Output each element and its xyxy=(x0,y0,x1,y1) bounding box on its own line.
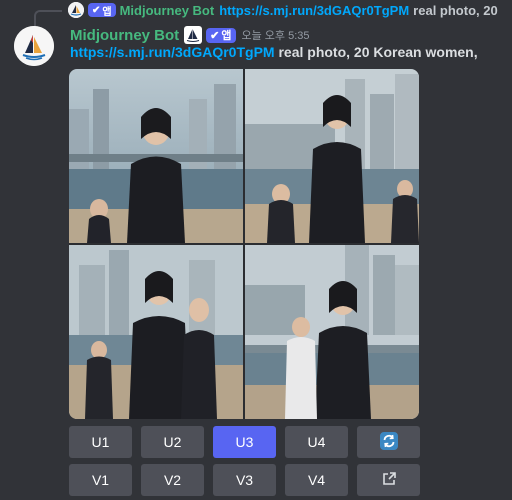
prompt-link[interactable]: https://s.mj.run/3dGAQr0TgPM xyxy=(70,44,275,60)
reply-avatar[interactable] xyxy=(68,2,84,18)
image-tile-3[interactable] xyxy=(69,245,243,419)
reply-text: real photo, 20 xyxy=(413,2,498,18)
message-content: https://s.mj.run/3dGAQr0TgPM real photo,… xyxy=(70,44,512,62)
app-badge-label: 앱 xyxy=(221,30,232,42)
upscale-1-button[interactable]: U1 xyxy=(69,426,132,458)
variation-1-button[interactable]: V1 xyxy=(69,464,132,496)
sailboat-icon xyxy=(184,26,203,44)
reply-link[interactable]: https://s.mj.run/3dGAQr0TgPM xyxy=(219,3,409,18)
upscale-3-button[interactable]: U3 xyxy=(213,426,276,458)
app-badge: ✔ 앱 xyxy=(206,27,236,43)
image-tile-4[interactable] xyxy=(245,245,419,419)
app-badge-label: 앱 xyxy=(102,6,112,18)
reroll-button[interactable] xyxy=(357,426,420,458)
variation-3-button[interactable]: V3 xyxy=(213,464,276,496)
open-web-button[interactable] xyxy=(357,464,420,496)
image-tile-2[interactable] xyxy=(245,69,419,243)
upscale-4-button[interactable]: U4 xyxy=(285,426,348,458)
app-badge: ✔ 앱 xyxy=(88,3,116,18)
upscale-2-button[interactable]: U2 xyxy=(141,426,204,458)
refresh-icon xyxy=(379,431,398,453)
image-tile-1[interactable] xyxy=(69,69,243,243)
bot-avatar[interactable] xyxy=(14,26,54,66)
variation-4-button[interactable]: V4 xyxy=(285,464,348,496)
message-timestamp: 오늘 오후 5:35 xyxy=(241,30,310,42)
message-header: Midjourney Bot ✔ 앱 오늘 오후 5:35 xyxy=(70,24,512,46)
reply-reference[interactable]: ✔ 앱 Midjourney Bot https://s.mj.run/3dGA… xyxy=(30,0,512,20)
prompt-text: real photo, 20 Korean women, xyxy=(278,44,478,60)
verified-check-icon: ✔ xyxy=(92,4,101,16)
message-author[interactable]: Midjourney Bot xyxy=(70,27,179,44)
external-link-icon xyxy=(381,471,397,490)
image-grid[interactable] xyxy=(69,69,419,419)
verified-check-icon: ✔ xyxy=(210,29,220,42)
variation-2-button[interactable]: V2 xyxy=(141,464,204,496)
reply-author[interactable]: Midjourney Bot xyxy=(120,3,215,18)
